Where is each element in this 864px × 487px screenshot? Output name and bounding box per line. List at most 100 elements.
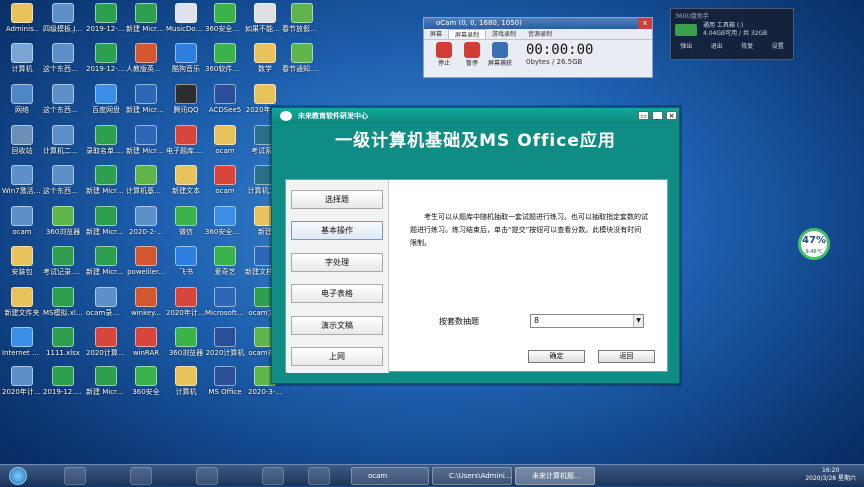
desktop-icon[interactable]: 新建 Microsoft...	[126, 125, 166, 169]
desktop-icon[interactable]: 回收站	[2, 125, 42, 169]
desktop-icon[interactable]: 1111.xlsx	[43, 327, 83, 371]
desktop-icon[interactable]: 人教版英文七上.pptx	[126, 43, 166, 87]
desktop-icon[interactable]: 2019-12-20 级记录.xlsx	[86, 43, 126, 87]
ocam-titlebar[interactable]: oCam (0, 0, 1680, 1050) x	[424, 18, 652, 29]
browser-taskbar-icon[interactable]	[130, 467, 152, 485]
exam-titlebar[interactable]: 未来教育软件研发中心 ▭ _ ×	[272, 108, 679, 124]
desktop-icon[interactable]: MS模拟.xlsx	[43, 287, 83, 331]
taskbar-item-ocam[interactable]: ocam	[351, 467, 429, 485]
ok-button[interactable]: 确定	[528, 350, 585, 363]
desktop-icon[interactable]: ACDSee5	[205, 84, 245, 128]
desktop-icon[interactable]: 录取名单.xlsx	[86, 125, 126, 169]
desktop-icon[interactable]: Internet Explorer	[2, 327, 42, 371]
ocam-tab-audio[interactable]: 音源录制	[522, 29, 558, 39]
desktop-icon[interactable]: Adminis..	[2, 3, 42, 47]
desktop-icon[interactable]: 如果不能打开	[245, 3, 285, 47]
nav-basic-ops-button[interactable]: 基本操作	[291, 221, 383, 240]
desktop-icon[interactable]: 计算机二级.png	[43, 125, 83, 169]
exam-window[interactable]: 未来教育软件研发中心 ▭ _ × 一级计算机基础及MS Office应用 选择题…	[271, 107, 680, 384]
desktop-icon[interactable]: Win7激活工具	[2, 165, 42, 209]
ocam-close-button[interactable]: x	[638, 18, 652, 29]
folder-taskbar-icon[interactable]	[262, 467, 284, 485]
taskbar-item-exam[interactable]: 未来计算机题...	[515, 467, 595, 485]
ocam-stop-button[interactable]: 停止	[430, 42, 458, 67]
set-count-select[interactable]: 8 ▼	[530, 314, 644, 328]
desktop-icon[interactable]: Microsoft Word	[205, 287, 245, 331]
widget-settings[interactable]: 设置	[772, 41, 784, 50]
desktop-icon[interactable]: poweliler...	[126, 246, 166, 290]
desktop-icon[interactable]: 2019-12...xlsx	[43, 366, 83, 410]
ocam-tab-record[interactable]: 屏幕录制	[448, 29, 487, 39]
desktop-icon[interactable]: 酷狗音乐	[166, 43, 206, 87]
desktop-icon[interactable]: 360软件管家	[205, 43, 245, 87]
desktop-icon[interactable]: 电子题库.pdf	[166, 125, 206, 169]
desktop-icon[interactable]: 新建文本	[166, 165, 206, 209]
desktop-icon[interactable]: 安装包	[2, 246, 42, 290]
desktop-icon[interactable]: MS Office	[205, 366, 245, 410]
desktop-icon[interactable]: 春节放假通知.mp3	[282, 3, 322, 47]
desktop-icon[interactable]: 四级模板.JPG	[43, 3, 83, 47]
desktop-icon[interactable]: ocam录制.mp4	[86, 287, 126, 331]
app-taskbar-icon[interactable]	[308, 467, 330, 485]
start-button[interactable]	[1, 465, 35, 487]
360-usb-widget[interactable]: 360U盘助手 通用 工具箱 (:) 4.04GB可用 / 共 32GB 弹出 …	[670, 8, 794, 60]
desktop-icon[interactable]: 新建 Microsoft...	[86, 246, 126, 290]
clock[interactable]: 16:20 2020/3/28 星期六	[805, 467, 856, 483]
desktop-icon[interactable]: ocam	[2, 206, 42, 250]
widget-exit[interactable]: 退出	[711, 41, 723, 50]
window-menu-button[interactable]: ▭	[638, 111, 649, 120]
desktop-icon[interactable]: 2020计算机.xlsx	[86, 327, 126, 371]
ocam-capture-button[interactable]: 屏幕捕获	[486, 42, 514, 67]
desktop-icon[interactable]: 360浏览器	[43, 206, 83, 250]
ocam-tab-screen[interactable]: 屏幕	[424, 29, 448, 39]
performance-gauge[interactable]: 47% 9.46°C	[798, 228, 830, 260]
desktop-icon[interactable]: 新建 Microsoft...	[86, 165, 126, 209]
ocam-tab-game[interactable]: 游戏录制	[486, 29, 522, 39]
desktop-icon[interactable]: 新建文件夹	[2, 287, 42, 331]
desktop-icon[interactable]: 2020计算机	[205, 327, 245, 371]
ie-taskbar-icon[interactable]	[64, 467, 86, 485]
back-button[interactable]: 返回	[598, 350, 655, 363]
desktop-icon[interactable]: 微信	[166, 206, 206, 250]
desktop-icon[interactable]: 计算机	[2, 43, 42, 87]
desktop-icon[interactable]: ocam	[205, 125, 245, 169]
nav-choice-button[interactable]: 选择题	[291, 190, 383, 209]
desktop-icon[interactable]: winkey...	[126, 287, 166, 331]
ocam-recorder-window[interactable]: oCam (0, 0, 1680, 1050) x 屏幕 屏幕录制 游戏录制 音源…	[423, 17, 653, 78]
desktop-icon[interactable]: 2020-2-...	[126, 206, 166, 250]
desktop-icon[interactable]: 爱奇艺	[205, 246, 245, 290]
desktop-icon[interactable]: winRAR	[126, 327, 166, 371]
desktop-icon[interactable]: 这个东西很重要.JPG	[43, 43, 83, 87]
desktop-icon[interactable]: 春节通知.mp3	[282, 43, 322, 87]
desktop-icon[interactable]: 数学	[245, 43, 285, 87]
desktop-icon[interactable]: 这个东西很重要2.jpg	[43, 84, 83, 128]
nav-internet-button[interactable]: 上网	[291, 347, 383, 366]
desktop-icon[interactable]: 360浏览器	[166, 327, 206, 371]
desktop-icon[interactable]: 2020年计算机.zip	[166, 287, 206, 331]
widget-restore[interactable]: 恢复	[741, 41, 753, 50]
desktop-icon[interactable]: 360安全浏览器	[205, 206, 245, 250]
desktop-icon[interactable]: 360安全	[126, 366, 166, 410]
media-taskbar-icon[interactable]	[196, 467, 218, 485]
desktop-icon[interactable]: 计算机	[166, 366, 206, 410]
desktop-icon[interactable]: MusicDow...	[166, 3, 206, 47]
desktop-icon[interactable]: 考试记录.xlsx	[43, 246, 83, 290]
desktop-icon[interactable]: 新建 Microsoft...	[86, 206, 126, 250]
desktop-icon[interactable]: 2019-12-18 级记录.xlsx	[86, 3, 126, 47]
desktop-icon[interactable]: 2020年计算机	[2, 366, 42, 410]
ocam-pause-button[interactable]: 暂停	[458, 42, 486, 67]
taskbar-item-explorer[interactable]: C:\Users\Admini...	[432, 467, 512, 485]
minimize-button[interactable]: _	[652, 111, 663, 120]
widget-eject[interactable]: 弹出	[680, 41, 692, 50]
nav-excel-button[interactable]: 电子表格	[291, 284, 383, 303]
nav-word-button[interactable]: 字处理	[291, 253, 383, 272]
desktop-icon[interactable]: ocam	[205, 165, 245, 209]
close-button[interactable]: ×	[666, 111, 677, 120]
nav-ppt-button[interactable]: 演示文稿	[291, 316, 383, 335]
desktop-icon[interactable]: 网络	[2, 84, 42, 128]
desktop-icon[interactable]: 新建 Microsoft...	[86, 366, 126, 410]
desktop-icon[interactable]: 计算机基础.pptx	[126, 165, 166, 209]
chevron-down-icon[interactable]: ▼	[633, 315, 643, 327]
desktop-icon[interactable]: 新建 Microsoft...	[126, 3, 166, 47]
desktop-icon[interactable]: 百度网盘	[86, 84, 126, 128]
